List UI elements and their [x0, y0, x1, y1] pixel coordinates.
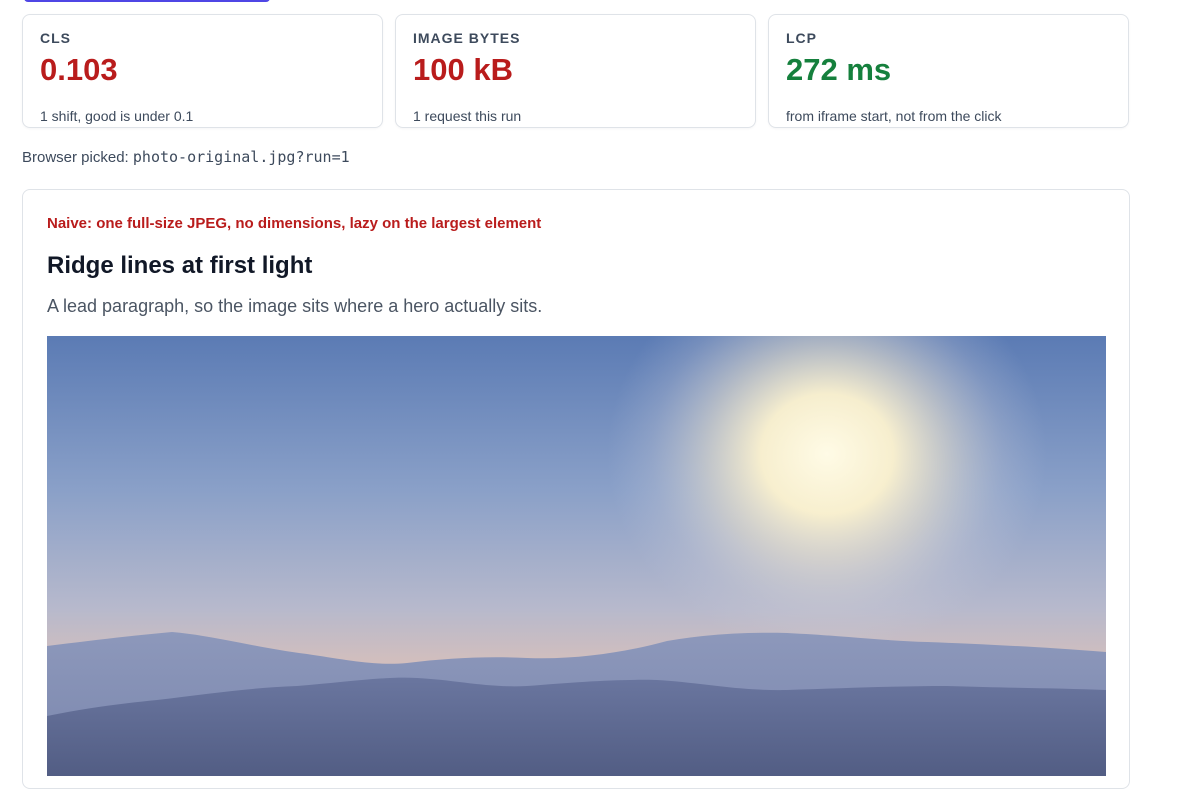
image-bytes-metric-card: IMAGE BYTES 100 kB 1 request this run [395, 14, 756, 128]
metric-note: from iframe start, not from the click [786, 108, 1002, 124]
demo-iframe: Naive: one full-size JPEG, no dimensions… [22, 189, 1130, 789]
metric-label: LCP [786, 30, 817, 46]
article-title: Ridge lines at first light [47, 252, 313, 279]
variant-tag: Naive: one full-size JPEG, no dimensions… [47, 215, 542, 232]
metric-note: 1 shift, good is under 0.1 [40, 108, 194, 124]
browser-picked-line: Browser picked: photo-original.jpg?run=1 [22, 148, 350, 166]
lead-paragraph: A lead paragraph, so the image sits wher… [47, 296, 543, 316]
metric-value: 100 kB [413, 52, 513, 87]
metric-value: 0.103 [40, 52, 118, 87]
metric-label: CLS [40, 30, 71, 46]
mountain-landscape-photo [47, 336, 1106, 776]
metric-label: IMAGE BYTES [413, 30, 521, 46]
browser-picked-label: Browser picked: [22, 149, 129, 166]
picked-file-name: photo-original.jpg?run=1 [132, 148, 350, 166]
metric-note: 1 request this run [413, 108, 522, 124]
top-action-button[interactable] [24, 0, 270, 2]
lcp-metric-card: LCP 272 ms from iframe start, not from t… [768, 14, 1129, 128]
metric-value: 272 ms [786, 52, 892, 87]
cls-metric-card: CLS 0.103 1 shift, good is under 0.1 [22, 14, 383, 128]
